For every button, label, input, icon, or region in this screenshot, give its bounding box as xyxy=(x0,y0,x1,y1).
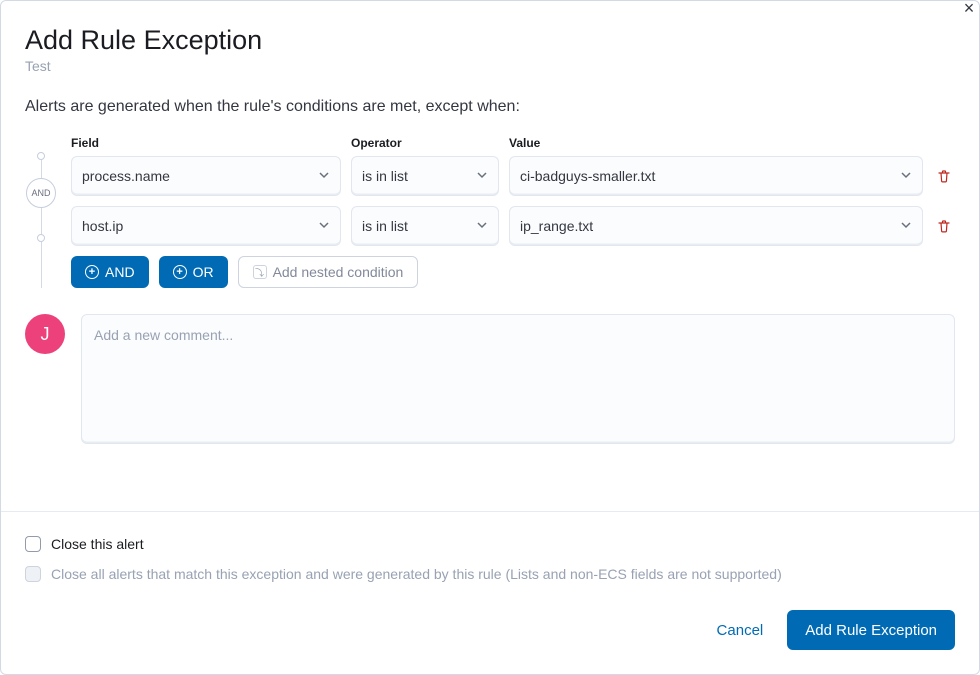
or-button-label: OR xyxy=(193,264,214,280)
value-combobox[interactable]: ip_range.txt xyxy=(509,206,923,246)
comment-area: J xyxy=(25,314,955,444)
chevron-down-icon xyxy=(476,168,488,184)
value-combobox[interactable]: ci-badguys-smaller.txt xyxy=(509,156,923,196)
trash-icon xyxy=(936,218,952,234)
submit-button[interactable]: Add Rule Exception xyxy=(787,610,955,650)
chevron-down-icon xyxy=(476,218,488,234)
plus-circle-icon: + xyxy=(173,265,187,279)
condition-labels: Field Operator Value xyxy=(71,136,955,150)
rail-dot-top xyxy=(37,152,45,160)
field-value: host.ip xyxy=(82,218,123,234)
instruction-text: Alerts are generated when the rule's con… xyxy=(25,98,955,116)
add-or-button[interactable]: + OR xyxy=(159,256,228,288)
operator-value: is in list xyxy=(362,168,408,184)
label-operator: Operator xyxy=(351,136,499,150)
field-value: process.name xyxy=(82,168,170,184)
value-text: ci-badguys-smaller.txt xyxy=(520,168,655,184)
modal-body: Add Rule Exception Test Alerts are gener… xyxy=(1,1,979,452)
close-this-label: Close this alert xyxy=(51,536,144,552)
trash-icon xyxy=(936,168,952,184)
add-nested-button[interactable]: ⤵ Add nested condition xyxy=(238,256,419,288)
nested-icon: ⤵ xyxy=(253,265,267,279)
add-rule-exception-modal: × Add Rule Exception Test Alerts are gen… xyxy=(0,0,980,675)
add-and-button[interactable]: + AND xyxy=(71,256,149,288)
and-button-label: AND xyxy=(105,264,135,280)
close-icon[interactable]: × xyxy=(959,0,979,19)
operator-combobox[interactable]: is in list xyxy=(351,156,499,196)
field-combobox[interactable]: host.ip xyxy=(71,206,341,246)
chevron-down-icon xyxy=(318,168,330,184)
cancel-button[interactable]: Cancel xyxy=(711,621,770,640)
modal-title: Add Rule Exception xyxy=(25,25,955,56)
chevron-down-icon xyxy=(900,218,912,234)
comment-input[interactable] xyxy=(81,314,955,444)
and-badge: AND xyxy=(26,178,56,208)
close-this-alert-option[interactable]: Close this alert xyxy=(25,536,955,552)
delete-condition-button[interactable] xyxy=(933,165,955,187)
operator-combobox[interactable]: is in list xyxy=(351,206,499,246)
conditions-main: Field Operator Value process.name is in … xyxy=(71,136,955,288)
chevron-down-icon xyxy=(318,218,330,234)
field-combobox[interactable]: process.name xyxy=(71,156,341,196)
checkbox[interactable] xyxy=(25,536,41,552)
delete-condition-button[interactable] xyxy=(933,215,955,237)
label-value: Value xyxy=(509,136,955,150)
condition-actions: + AND + OR ⤵ Add nested condition xyxy=(71,256,955,288)
and-rail: AND xyxy=(25,136,57,288)
checkbox-disabled xyxy=(25,566,41,582)
conditions-area: AND Field Operator Value process.name xyxy=(25,136,955,288)
operator-value: is in list xyxy=(362,218,408,234)
label-field: Field xyxy=(71,136,341,150)
avatar: J xyxy=(25,314,65,354)
footer-actions: Cancel Add Rule Exception xyxy=(25,610,955,650)
close-all-alerts-option: Close all alerts that match this excepti… xyxy=(25,566,955,582)
nested-button-label: Add nested condition xyxy=(273,264,404,280)
condition-row: process.name is in list ci-badguys-small… xyxy=(71,156,955,196)
modal-subtitle: Test xyxy=(25,58,955,74)
rail-line xyxy=(41,152,42,288)
chevron-down-icon xyxy=(900,168,912,184)
close-all-label: Close all alerts that match this excepti… xyxy=(51,566,782,582)
modal-footer: Close this alert Close all alerts that m… xyxy=(1,511,979,674)
rail-dot-bottom xyxy=(37,234,45,242)
condition-row: host.ip is in list ip_range.txt xyxy=(71,206,955,246)
value-text: ip_range.txt xyxy=(520,218,593,234)
plus-circle-icon: + xyxy=(85,265,99,279)
